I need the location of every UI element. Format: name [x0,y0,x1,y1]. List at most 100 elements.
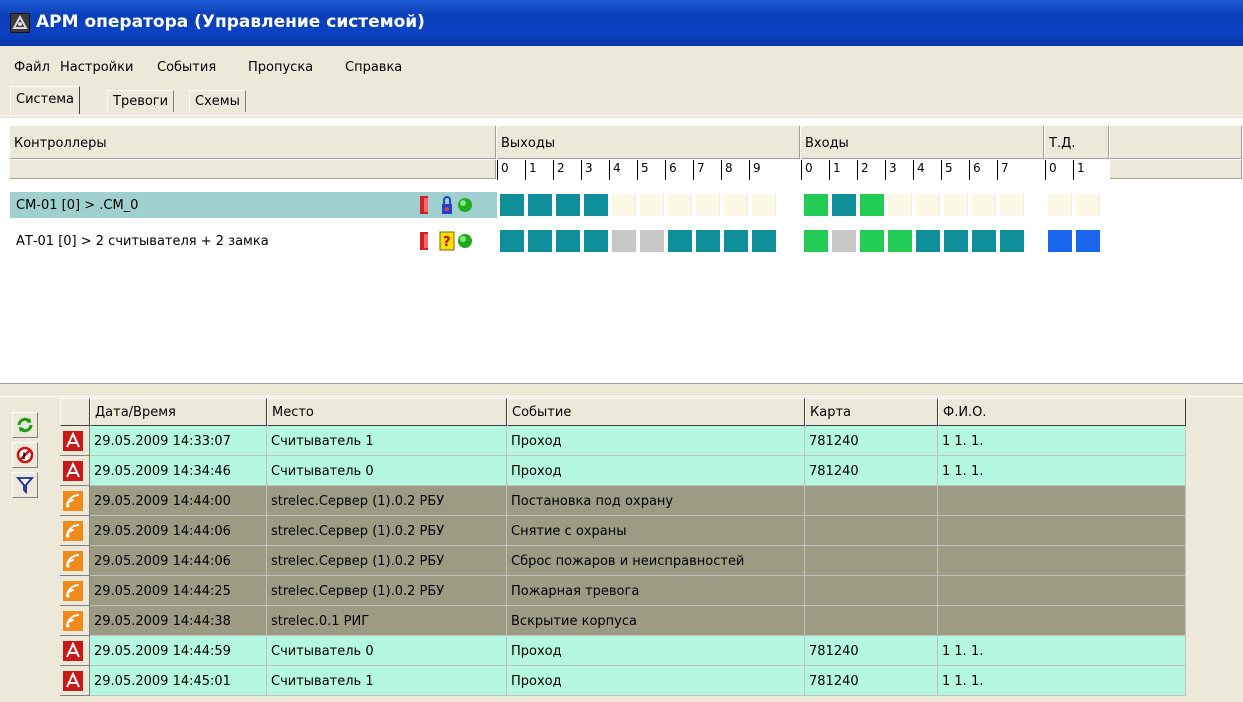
channel-status-cell[interactable] [888,194,912,216]
channel-number: 9 [749,160,777,180]
channel-status-cell[interactable] [1048,194,1072,216]
event-datetime: 29.05.2009 14:34:46 [90,456,267,486]
menu-file[interactable]: Файл [14,60,50,75]
channel-status-cell[interactable] [916,194,940,216]
channel-status-cell[interactable] [752,230,776,252]
inputs-header[interactable]: Входы [801,126,1045,160]
column-event[interactable]: Событие [507,398,805,426]
column-datetime[interactable]: Дата/Время [90,398,267,426]
event-row[interactable]: 29.05.2009 14:44:06 strelec.Сервер (1).0.… [60,546,1186,576]
channel-status-cell[interactable] [668,230,692,252]
channel-status-cell[interactable] [860,194,884,216]
channel-status-cell[interactable] [612,194,636,216]
tab-alarms[interactable]: Тревоги [107,90,175,112]
unknown-icon: ? [439,231,455,251]
channel-status-cell[interactable] [528,230,552,252]
stop-button[interactable]: ! [12,442,38,468]
channel-status-cell[interactable] [668,194,692,216]
row-indicator[interactable] [60,546,90,576]
event-row[interactable]: 29.05.2009 14:45:01 Считыватель 1 Проход 78… [60,666,1186,696]
event-row[interactable]: 29.05.2009 14:44:06 strelec.Сервер (1).0.… [60,516,1186,546]
event-fio [938,606,1186,636]
menu-help[interactable]: Справка [345,60,402,75]
channel-status-cell[interactable] [1076,230,1100,252]
row-indicator[interactable] [60,456,90,486]
row-indicator[interactable] [60,516,90,546]
access-icon [63,671,83,691]
channel-status-cell[interactable] [860,230,884,252]
tab-schemes[interactable]: Схемы [189,90,246,112]
column-fio[interactable]: Ф.И.О. [938,398,1186,426]
channel-status-cell[interactable] [500,230,524,252]
panel-splitter[interactable] [0,383,1243,397]
event-datetime: 29.05.2009 14:44:59 [90,636,267,666]
channel-status-cell[interactable] [724,230,748,252]
column-card[interactable]: Карта [805,398,938,426]
online-icon [458,234,472,248]
refresh-button[interactable] [12,412,38,438]
channel-status-cell[interactable] [612,230,636,252]
event-place: strelec.0.1 РИГ [267,606,507,636]
event-description: Вскрытие корпуса [507,606,805,636]
row-indicator[interactable] [60,576,90,606]
channel-status-cell[interactable] [832,194,856,216]
event-fio [938,546,1186,576]
row-indicator[interactable] [60,606,90,636]
channel-status-cell[interactable] [500,194,524,216]
row-indicator[interactable] [60,636,90,666]
filter-button[interactable] [12,472,38,498]
controller-row-name[interactable]: СМ-01 [0] > .CM_0 [14,192,404,218]
menu-events[interactable]: События [157,60,216,75]
channel-status-cell[interactable] [944,230,968,252]
channel-status-cell[interactable] [584,230,608,252]
channel-status-cell[interactable] [888,230,912,252]
event-row[interactable]: 29.05.2009 14:44:00 strelec.Сервер (1).0.… [60,486,1186,516]
row-indicator[interactable] [60,486,90,516]
channel-number: 3 [581,160,609,180]
channel-status-cell[interactable] [972,194,996,216]
channel-status-cell[interactable] [528,194,552,216]
channel-number: 4 [609,160,637,180]
channel-status-cell[interactable] [696,230,720,252]
channel-status-cell[interactable] [804,194,828,216]
row-indicator[interactable] [60,426,90,456]
channel-status-cell[interactable] [584,194,608,216]
event-datetime: 29.05.2009 14:33:07 [90,426,267,456]
outputs-header[interactable]: Выходы [497,126,801,160]
event-card [805,546,938,576]
event-card [805,606,938,636]
channel-status-cell[interactable] [640,194,664,216]
channel-number: 8 [721,160,749,180]
channel-status-cell[interactable] [696,194,720,216]
menu-passes[interactable]: Пропуска [248,60,313,75]
td-header[interactable]: Т.Д. [1045,126,1110,160]
channel-status-cell[interactable] [804,230,828,252]
channel-status-cell[interactable] [1076,194,1100,216]
controllers-header[interactable]: Контроллеры [10,126,497,160]
controller-row-name[interactable]: АТ-01 [0] > 2 считывателя + 2 замка [14,228,404,254]
channel-status-cell[interactable] [556,194,580,216]
channel-status-cell[interactable] [1000,194,1024,216]
row-indicator[interactable] [60,666,90,696]
event-row[interactable]: 29.05.2009 14:44:25 strelec.Сервер (1).0.… [60,576,1186,606]
event-row[interactable]: 29.05.2009 14:33:07 Считыватель 1 Проход 78… [60,426,1186,456]
menu-settings[interactable]: Настройки [60,60,133,75]
channel-status-cell[interactable] [1000,230,1024,252]
channel-number: 7 [997,160,1025,180]
channel-status-cell[interactable] [1048,230,1072,252]
event-row[interactable]: 29.05.2009 14:34:46 Считыватель 0 Проход 78… [60,456,1186,486]
channel-status-cell[interactable] [556,230,580,252]
channel-status-cell[interactable] [832,230,856,252]
channel-status-cell[interactable] [916,230,940,252]
column-place[interactable]: Место [267,398,507,426]
channel-status-cell[interactable] [752,194,776,216]
controllers-panel: Контроллеры Выходы Входы Т.Д. 0123456789… [0,118,1243,383]
event-row[interactable]: 29.05.2009 14:44:59 Считыватель 0 Проход 78… [60,636,1186,666]
tab-system[interactable]: Система [10,86,81,114]
event-description: Снятие с охраны [507,516,805,546]
event-row[interactable]: 29.05.2009 14:44:38 strelec.0.1 РИГ Вскрыт… [60,606,1186,636]
channel-status-cell[interactable] [640,230,664,252]
channel-status-cell[interactable] [972,230,996,252]
channel-status-cell[interactable] [944,194,968,216]
channel-status-cell[interactable] [724,194,748,216]
